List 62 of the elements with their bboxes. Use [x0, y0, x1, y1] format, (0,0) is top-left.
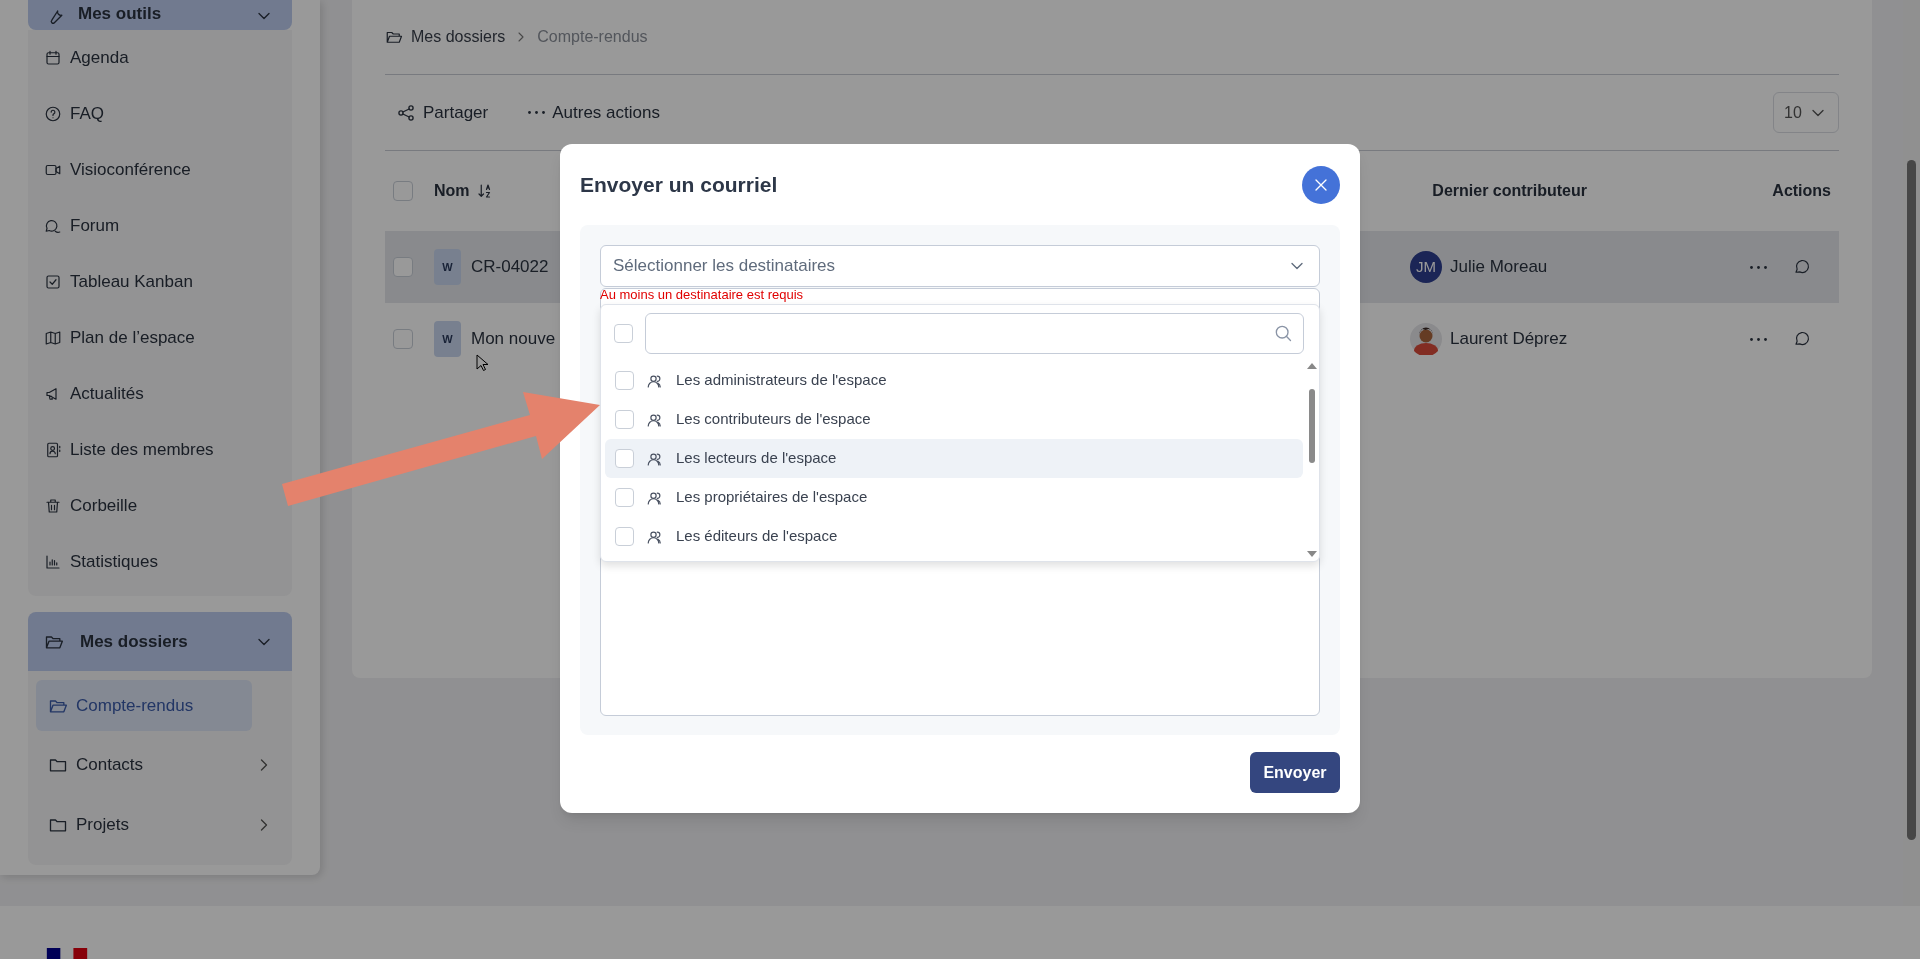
- comment-icon: [1793, 258, 1811, 276]
- column-header: Dernier contributeur: [1432, 181, 1588, 201]
- comment-icon: [1793, 330, 1811, 348]
- search-field[interactable]: [645, 312, 1304, 354]
- error-message: Au moins un destinataire est requis: [600, 288, 805, 302]
- trash-icon: [44, 497, 62, 515]
- recipient-option[interactable]: Les lecteurs de l'espace: [605, 439, 1303, 478]
- search-icon: [1273, 323, 1293, 343]
- sidebar-item[interactable]: Tableau Kanban: [28, 254, 292, 310]
- calendar-icon: [44, 49, 62, 67]
- checkbox[interactable]: [615, 527, 634, 546]
- dialog-title: Envoyer un courriel: [580, 171, 778, 198]
- bar-chart-icon: [44, 553, 62, 571]
- breadcrumb-link[interactable]: Mes dossiers: [411, 25, 506, 49]
- contributor-name: Laurent Déprez: [1450, 328, 1568, 351]
- page-size-select[interactable]: 10: [1773, 92, 1839, 133]
- sidebar-item[interactable]: Liste des membres: [28, 422, 292, 478]
- sidebar-group-header[interactable]: Mes outils: [28, 0, 292, 30]
- checkbox-icon: [44, 273, 62, 291]
- sidebar-item[interactable]: Forum: [28, 198, 292, 254]
- map-icon: [44, 329, 62, 347]
- checkbox[interactable]: [615, 371, 634, 390]
- toolbar-button[interactable]: Partager: [396, 99, 489, 126]
- mouse-cursor-icon: [476, 354, 488, 372]
- file-type-badge: W: [434, 321, 461, 357]
- avatar: [1410, 323, 1442, 355]
- checkbox[interactable]: [615, 410, 634, 429]
- avatar: JM: [1410, 251, 1442, 283]
- sidebar-item[interactable]: Plan de l’espace: [28, 310, 292, 366]
- column-header[interactable]: Nom: [434, 179, 494, 203]
- checkbox[interactable]: [393, 181, 413, 201]
- column-header: Actions: [1772, 181, 1832, 201]
- checkbox[interactable]: [393, 257, 413, 277]
- folder-item[interactable]: Contacts: [36, 735, 284, 795]
- checkbox[interactable]: [614, 323, 633, 343]
- folder-item[interactable]: Projets: [36, 795, 284, 855]
- send-button[interactable]: Envoyer: [1250, 752, 1340, 793]
- chat-bubbles-icon: [44, 217, 62, 235]
- more-icon: [1750, 337, 1767, 341]
- contributor-name: Julie Moreau: [1450, 256, 1548, 279]
- more-icon: [1750, 265, 1767, 269]
- file-type-badge: W: [434, 249, 461, 285]
- file-name[interactable]: Mon nouve: [471, 326, 556, 352]
- close-button[interactable]: [1302, 165, 1340, 204]
- checkbox[interactable]: [615, 488, 634, 507]
- sidebar-item[interactable]: Corbeille: [28, 478, 292, 534]
- help-icon: [44, 105, 62, 123]
- file-name[interactable]: CR-04022: [471, 254, 549, 280]
- checkbox[interactable]: [615, 449, 634, 468]
- sidebar-item[interactable]: Agenda: [28, 30, 292, 86]
- toolbar-button[interactable]: Autres actions: [528, 99, 660, 126]
- share-icon: [396, 102, 416, 123]
- checkbox[interactable]: [393, 329, 413, 349]
- recipients-select[interactable]: Sélectionner les destinataires: [600, 245, 1320, 287]
- contact-card-icon: [44, 441, 62, 459]
- sidebar-item[interactable]: Statistiques: [28, 534, 292, 590]
- folder-item[interactable]: Compte-rendus: [36, 680, 252, 731]
- sidebar-group-header[interactable]: Mes dossiers: [28, 612, 292, 671]
- more-icon: [528, 111, 546, 114]
- sidebar-item[interactable]: FAQ: [28, 86, 292, 142]
- sidebar-item[interactable]: Actualités: [28, 366, 292, 422]
- sidebar-item[interactable]: Visioconférence: [28, 142, 292, 198]
